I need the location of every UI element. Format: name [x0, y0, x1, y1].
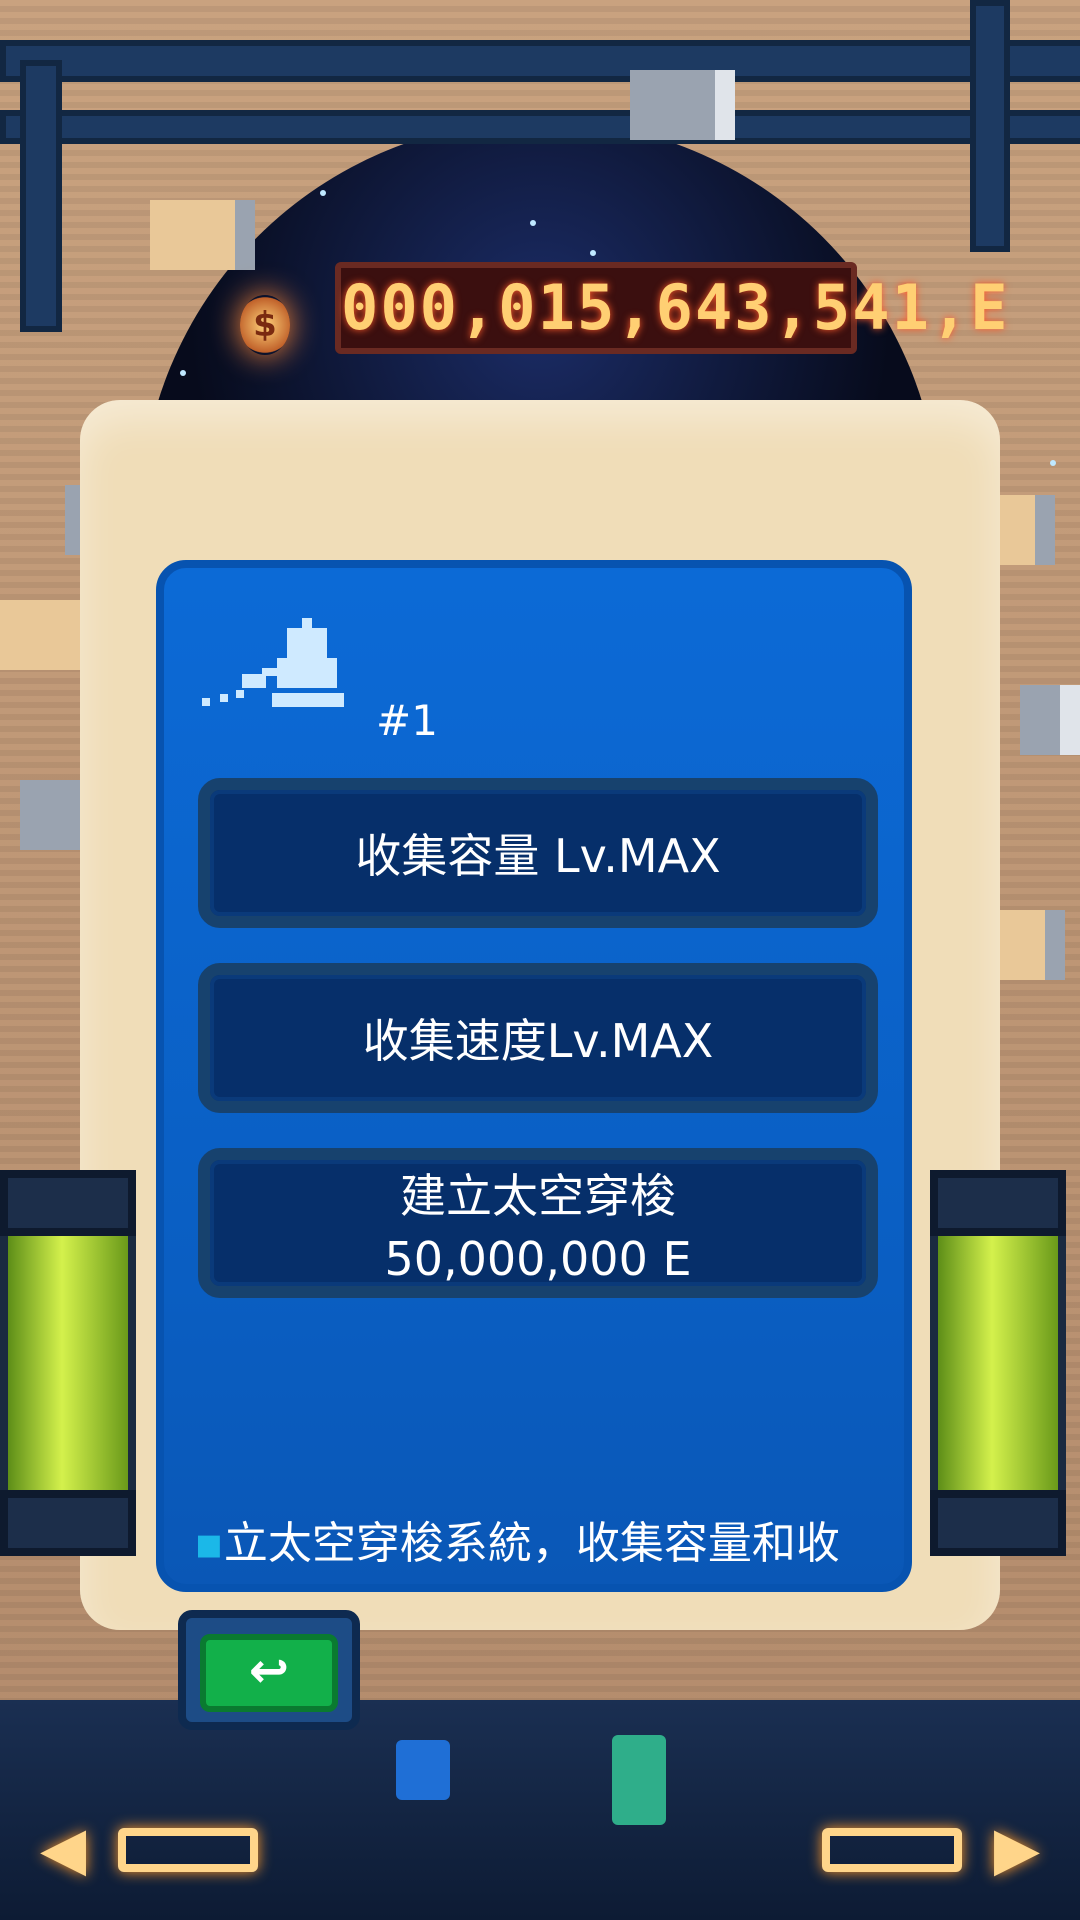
floor — [0, 1700, 1080, 1920]
back-button[interactable]: ↩ — [178, 1610, 360, 1730]
star — [1050, 460, 1056, 466]
pipe — [0, 110, 1080, 144]
upgrade-capacity-button[interactable]: 收集容量 Lv.MAX — [198, 778, 878, 928]
upgrade-speed-button[interactable]: 收集速度Lv.MAX — [198, 963, 878, 1113]
energy-counter: 000,015,643,541,E — [335, 262, 1008, 354]
coin-icon: $ — [240, 295, 290, 355]
star — [590, 250, 596, 256]
left-arrow-icon[interactable]: ◀ — [40, 1818, 86, 1880]
pipe — [970, 0, 1010, 252]
hanging-block — [630, 70, 735, 140]
right-nav-button[interactable] — [822, 1828, 962, 1872]
growth-tube-left — [0, 1170, 136, 1556]
build-shuttle-button[interactable]: 建立太空穿梭 50,000,000 E — [198, 1148, 878, 1298]
button-label: 建立太空穿梭 — [400, 1169, 676, 1223]
left-nav-button[interactable] — [118, 1828, 258, 1872]
robot-index: #1 — [376, 696, 438, 745]
upgrade-panel: #1 收集容量 Lv.MAX 收集速度Lv.MAX 建立太空穿梭 50,000,… — [156, 560, 912, 1592]
marquee-fade: ▪ — [194, 1518, 224, 1569]
growth-tube-right — [930, 1170, 1066, 1556]
star — [530, 220, 536, 226]
button-label: 收集容量 Lv.MAX — [355, 829, 721, 883]
blue-critter — [396, 1740, 450, 1800]
star — [320, 190, 326, 196]
right-arrow-icon[interactable]: ▶ — [994, 1818, 1040, 1880]
collector-robot-icon — [202, 618, 344, 707]
star — [180, 370, 186, 376]
info-marquee: ▪立太空穿梭系統，收集容量和收 — [194, 1514, 884, 1574]
pipe — [20, 60, 62, 332]
button-price: 50,000,000 E — [384, 1232, 692, 1286]
info-text: 立太空穿梭系統，收集容量和收 — [223, 1518, 840, 1569]
hanging-block — [1020, 685, 1080, 755]
pipe — [0, 40, 1080, 82]
green-critter — [612, 1735, 666, 1825]
return-arrow-icon: ↩ — [200, 1634, 338, 1712]
hanging-block — [150, 200, 255, 270]
button-label: 收集速度Lv.MAX — [362, 1014, 714, 1068]
